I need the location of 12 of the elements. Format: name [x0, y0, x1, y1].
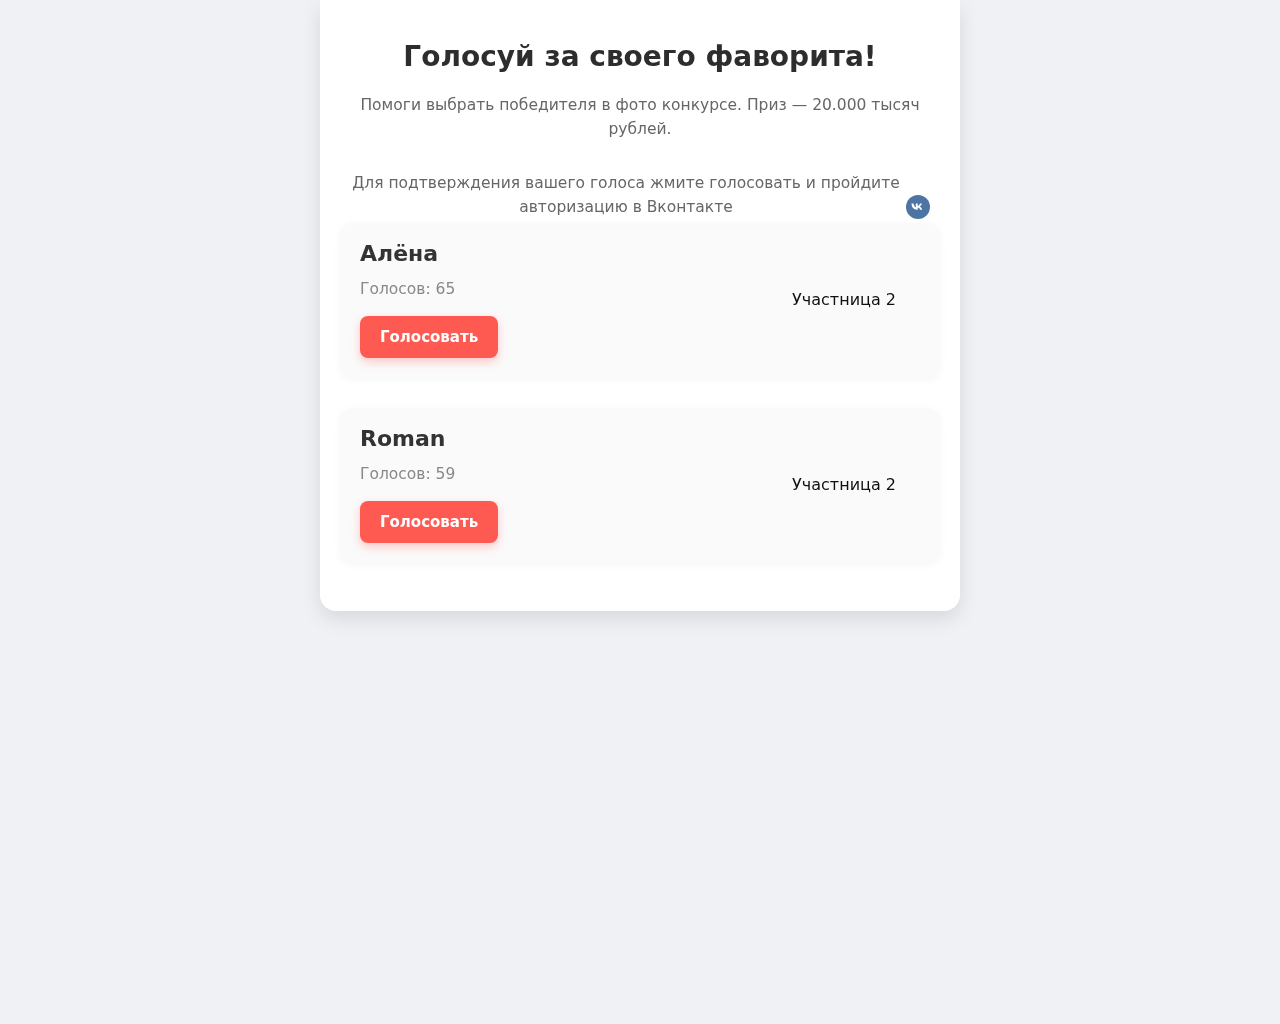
photo-alt-text: Участница 2: [792, 475, 896, 494]
participant-name: Roman: [360, 426, 447, 451]
vote-count: Голосов: 65: [360, 280, 457, 298]
intro-text: Помоги выбрать победителя в фото конкурсе. Приз — 20.000 тысяч рублей.: [360, 96, 920, 138]
intro-text: Для подтверждения вашего голоса жмите голосовать и пройдите авторизацию в Вконтакте: [351, 173, 901, 218]
page-title: Голосуй за своего фаворита!: [402, 40, 878, 73]
photo-alt-text: Участница 2: [792, 290, 896, 309]
vk-logo-icon: [906, 195, 930, 219]
vote-button[interactable]: Голосовать: [360, 501, 499, 543]
vote-button[interactable]: Голосовать: [360, 316, 499, 358]
participant-name: Алёна: [360, 241, 440, 266]
vote-count: Голосов: 59: [360, 465, 457, 483]
